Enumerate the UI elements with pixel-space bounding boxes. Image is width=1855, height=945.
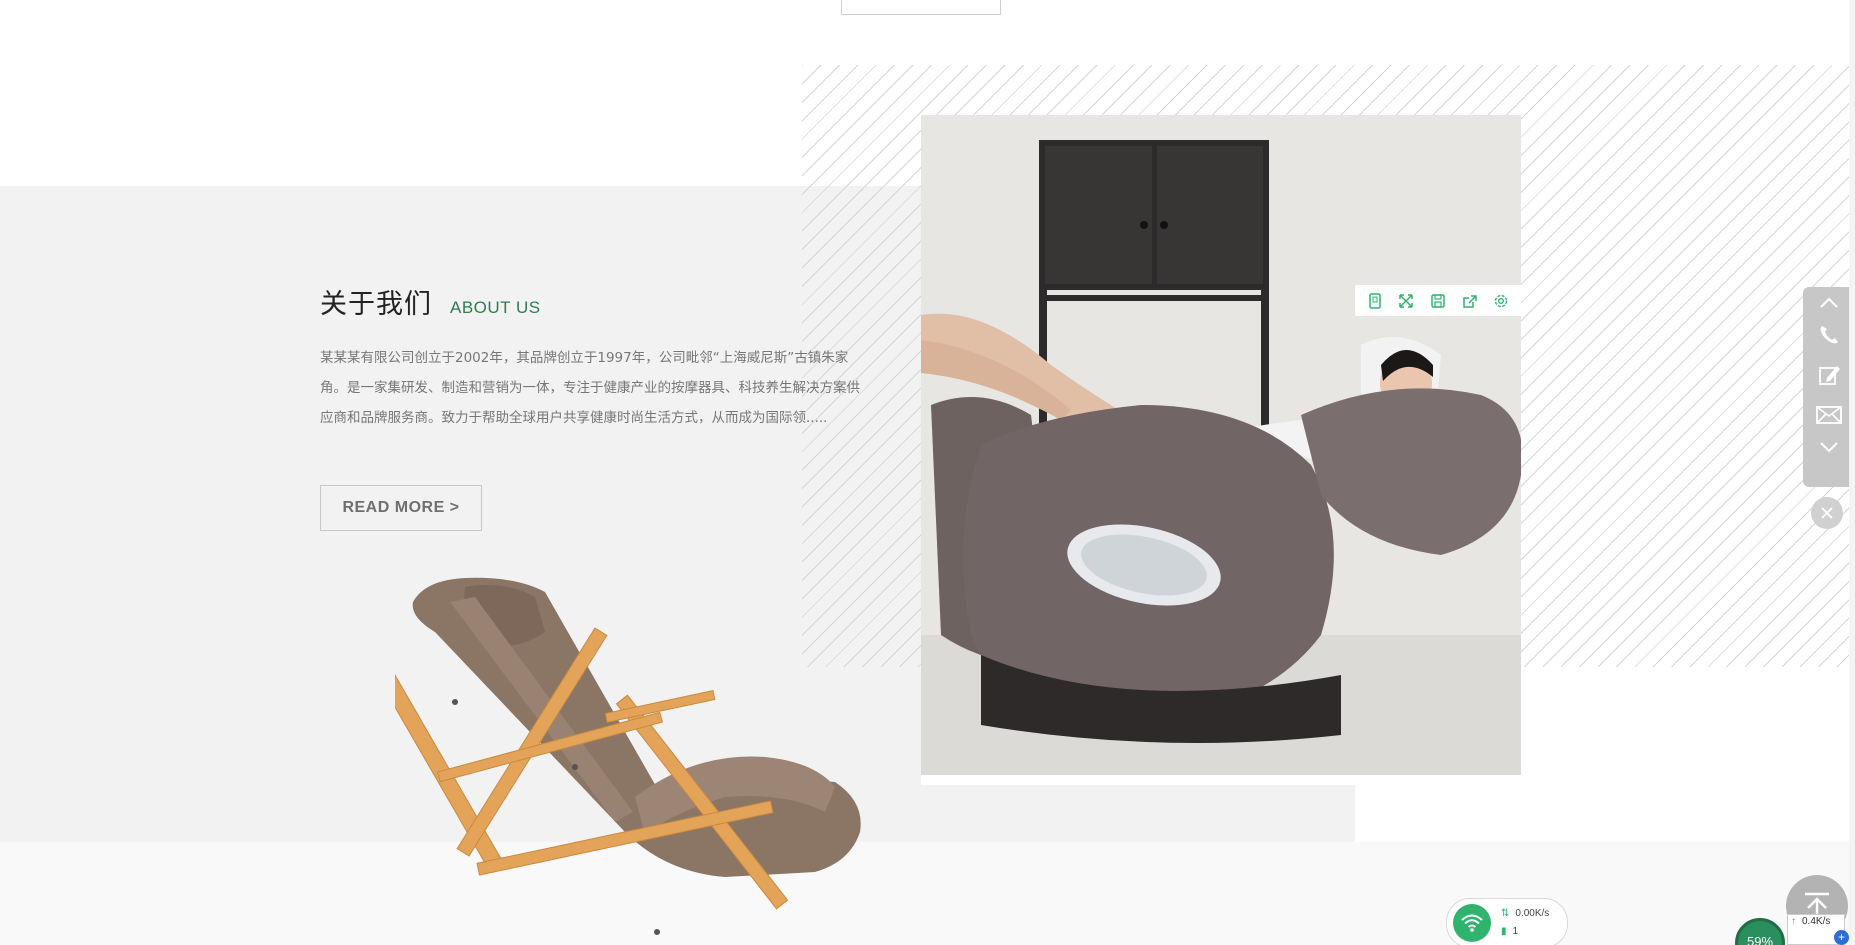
system-tray: 59% ↑ 0.4K/s + <box>1735 914 1849 945</box>
upload-arrow-icon: ↑ <box>1791 916 1796 927</box>
nav-bottom-stub <box>841 0 1001 15</box>
chevron-down-icon[interactable] <box>1803 435 1855 459</box>
mail-icon[interactable] <box>1803 395 1855 435</box>
device-count: 1 <box>1512 926 1519 937</box>
transfer-arrows-icon: ⇅ <box>1501 908 1510 919</box>
wifi-icon <box>1453 904 1491 942</box>
about-heading: 关于我们 ABOUT US <box>320 282 541 321</box>
about-title-en: ABOUT US <box>450 298 541 317</box>
read-more-button[interactable]: READ MORE > <box>320 485 482 531</box>
about-description: 某某某有限公司创立于2002年，其品牌创立于1997年，公司毗邻“上海威尼斯”古… <box>320 350 860 426</box>
tablet-icon[interactable] <box>1364 290 1386 312</box>
settings-icon[interactable] <box>1490 290 1512 312</box>
network-speed: 0.00K/s <box>1515 908 1550 919</box>
memory-usage-badge[interactable]: 59% <box>1735 918 1785 945</box>
tray-plus-button[interactable]: + <box>1834 930 1849 945</box>
chevron-up-icon[interactable] <box>1803 291 1855 315</box>
scrollbar[interactable] <box>1849 0 1855 945</box>
about-title-cn: 关于我们 <box>320 289 432 320</box>
phone-icon[interactable] <box>1803 315 1855 355</box>
share-icon[interactable] <box>1459 290 1481 312</box>
close-icon[interactable] <box>1811 497 1843 529</box>
expand-icon[interactable] <box>1395 290 1417 312</box>
image-toolbar <box>1355 285 1521 316</box>
edit-icon[interactable] <box>1803 355 1855 395</box>
wooden-massage-chair-image <box>362 572 875 945</box>
device-icon: ▮ <box>1501 926 1507 937</box>
network-speed-widget[interactable]: ⇅ 0.00K/s ▮ 1 <box>1446 898 1568 945</box>
tray-speed-value: 0.4K/s <box>1802 916 1831 927</box>
next-section-background <box>0 842 1855 945</box>
save-icon[interactable] <box>1427 290 1449 312</box>
side-contact-bar <box>1803 287 1855 487</box>
massage-chair-photo <box>921 115 1521 785</box>
